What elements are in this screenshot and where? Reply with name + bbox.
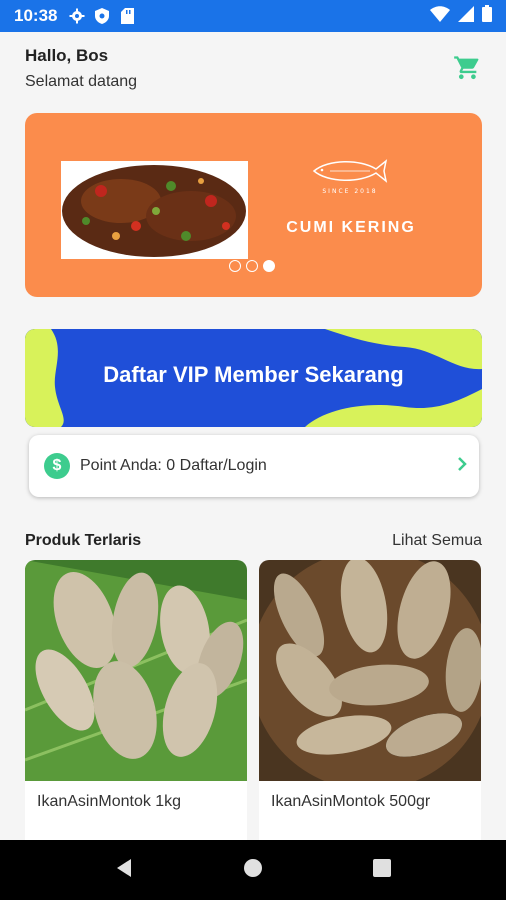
product-name: IkanAsinMontok 1kg — [37, 793, 182, 810]
cart-button[interactable] — [453, 54, 481, 82]
chevron-right-icon — [457, 456, 467, 476]
banner-title: CUMI KERING — [286, 219, 416, 236]
dried-squid-photo — [61, 161, 248, 259]
status-bar: 10:38 — [0, 0, 506, 32]
recents-icon[interactable] — [373, 858, 391, 882]
dollar-coin-icon: $ — [44, 453, 70, 479]
carousel-dot[interactable] — [246, 260, 258, 272]
product-image — [259, 560, 481, 781]
greeting-title: Hallo, Bos — [25, 46, 109, 65]
product-image — [25, 560, 247, 781]
system-nav-bar — [0, 840, 506, 900]
product-card[interactable]: IkanAsinMontok 500gr — [259, 560, 481, 840]
shopping-cart-icon — [454, 56, 479, 80]
points-text: Point Anda: 0 Daftar/Login — [80, 457, 267, 474]
carousel-indicator — [229, 260, 275, 272]
promo-carousel[interactable]: SINCE 2018 CUMI KERING — [25, 113, 482, 297]
shield-icon — [94, 8, 110, 24]
status-time: 10:38 — [14, 6, 58, 25]
battery-icon — [482, 5, 492, 27]
home-screen: Hallo, Bos Selamat datang SINCE 2018 CUM… — [0, 32, 506, 840]
vip-member-banner[interactable]: Daftar VIP Member Sekarang — [25, 329, 482, 427]
fish-logo: SINCE 2018 — [310, 157, 390, 197]
home-icon[interactable] — [243, 858, 263, 883]
greeting-subtitle: Selamat datang — [25, 73, 138, 90]
greeting-block: Hallo, Bos Selamat datang — [25, 46, 137, 91]
back-icon[interactable] — [115, 858, 133, 883]
see-all-link[interactable]: Lihat Semua — [392, 532, 482, 550]
carousel-dot-active[interactable] — [263, 260, 275, 272]
wifi-icon — [430, 5, 450, 27]
carousel-dot[interactable] — [229, 260, 241, 272]
points-card[interactable]: $ Point Anda: 0 Daftar/Login — [29, 435, 479, 497]
vip-banner-text: Daftar VIP Member Sekarang — [103, 362, 404, 387]
sd-card-icon — [119, 8, 135, 24]
section-title: Produk Terlaris — [25, 532, 142, 549]
signal-icon — [458, 5, 474, 27]
product-name: IkanAsinMontok 500gr — [271, 793, 431, 810]
product-card[interactable]: IkanAsinMontok 1kg — [25, 560, 247, 840]
gear-icon — [69, 8, 85, 24]
logo-text: SINCE 2018 — [322, 188, 377, 195]
